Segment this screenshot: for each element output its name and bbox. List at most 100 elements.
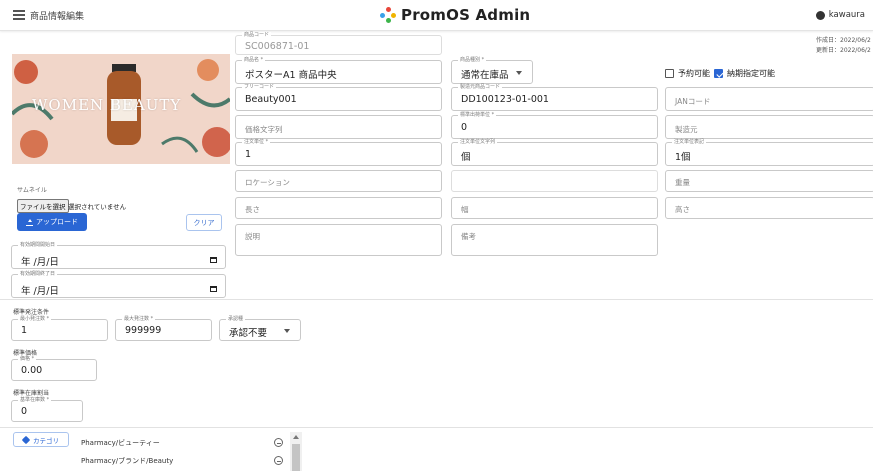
product-code-value: SC006871-01 [245,41,310,52]
note-placeholder: 備考 [461,232,476,241]
free-code-label: フリーコード [242,84,277,91]
clear-button[interactable]: クリア [186,214,222,231]
product-name-label: 商品名 * [242,57,266,64]
timestamps: 作成日：2022/06/2 更新日：2022/06/2 [816,36,871,56]
location-field[interactable]: ロケーション [235,170,442,192]
valid-to-value: 年 /月/日 [21,286,59,297]
maker-code-label: 製造元商品コード [458,84,503,91]
product-code-label: 商品コード [242,32,272,39]
price-text-placeholder: 価格文字列 [245,125,283,134]
valid-from-label: 有効期間開始日 [18,242,58,249]
valid-to-field[interactable]: 有効期間終了日 年 /月/日 [11,271,226,298]
calendar-icon[interactable] [210,286,217,292]
calendar-icon[interactable] [210,257,217,263]
category-item: Pharmacy/ブランド/Beauty [81,457,174,465]
maker-field[interactable]: 製造元 [665,115,873,139]
product-name-field[interactable]: 商品名 * ポスターA1 商品中央 [235,57,442,84]
lot-qty-label: 標準出荷単位 * [458,112,497,119]
category-scrollbar[interactable] [290,432,302,471]
dropdown-arrow-icon [284,329,290,333]
upload-button[interactable]: アップロード [17,213,87,231]
user-icon [815,10,825,20]
order-unit-display-field[interactable]: 注文単位表記 1個 [665,139,873,166]
approval-value: 承認不要 [229,328,268,339]
checkbox-unchecked-icon [665,69,674,78]
free-code-value: Beauty001 [245,94,297,105]
length-field[interactable]: 長さ [235,197,442,219]
min-qty-label: 最小発注数 * [18,316,52,323]
price-label: 価格 * [18,356,37,363]
width-placeholder: 幅 [461,205,469,214]
height-field[interactable]: 高さ [665,197,873,219]
max-qty-label: 最大発注数 * [122,316,156,323]
category-button[interactable]: カテゴリ [13,432,69,447]
stock-qty-field[interactable]: 基準在庫数 * 0 [11,397,83,422]
jan-code-field[interactable]: JANコード [665,87,873,111]
order-unit-text-label: 注文単位文字列 [458,139,498,146]
approval-select[interactable]: 承認種 承認不要 [219,316,301,341]
price-field[interactable]: 価格 * 0.00 [11,356,97,381]
checkbox-checked-icon [714,69,723,78]
product-image-text: WOMEN BEAUTY [32,96,182,114]
updated-date: 更新日：2022/06/2 [816,47,871,54]
hamburger-menu-icon[interactable] [13,10,25,20]
remove-category-icon[interactable] [274,438,283,447]
top-bar: 商品情報編集 PromOS Admin kawaura [0,0,873,31]
category-item: Pharmacy/ビューティー [81,439,160,447]
order-unit-field[interactable]: 注文単位 * 1 [235,139,442,166]
lot-qty-field[interactable]: 標準出荷単位 * 0 [451,112,658,139]
note-field[interactable]: 備考 [451,224,658,256]
maker-code-field[interactable]: 製造元商品コード DD100123-01-001 [451,84,658,111]
upload-label: アップロード [36,218,78,226]
scroll-thumb[interactable] [292,444,300,471]
section-divider [0,299,873,300]
order-unit-value: 1 [245,149,252,160]
order-conditions-title: 標準発注条件 [13,309,50,316]
maker-code-value: DD100123-01-001 [461,94,549,105]
product-code-field: 商品コード SC006871-01 [235,32,442,55]
max-qty-field[interactable]: 最大発注数 * 999999 [115,316,212,341]
product-image: WOMEN BEAUTY [12,54,230,164]
jan-code-placeholder: JANコード [675,97,711,106]
valid-from-value: 年 /月/日 [21,257,59,268]
promos-logo-icon [380,7,396,23]
order-unit-display-value: 1個 [675,152,691,163]
order-unit-display-label: 注文単位表記 [672,139,707,146]
reservable-checkbox[interactable]: 予約可能 [665,68,710,79]
valid-from-field[interactable]: 有効期間開始日 年 /月/日 [11,242,226,269]
weight-field[interactable]: 重量 [665,170,873,192]
free-code-field[interactable]: フリーコード Beauty001 [235,84,442,111]
min-qty-value: 1 [21,325,28,336]
description-placeholder: 説明 [245,232,260,241]
height-placeholder: 高さ [675,205,690,214]
product-type-select[interactable]: 商品種別 * 通常在庫品 [451,57,533,84]
delivery-date-label: 納期指定可能 [727,69,775,78]
stock-alloc-title: 標準在庫割当 [13,390,50,397]
order-unit-text-value: 個 [461,152,471,163]
product-type-label: 商品種別 * [458,57,487,64]
dropdown-arrow-icon [516,71,522,75]
reservable-label: 予約可能 [678,69,710,78]
approval-label: 承認種 [226,316,246,323]
choose-file-button[interactable]: ファイルを選択 [17,199,69,213]
file-status: 選択されていません [68,203,127,211]
category-button-label: カテゴリ [33,436,59,445]
user-menu[interactable]: kawaura [815,10,865,20]
page-title: 商品情報編集 [30,12,85,22]
thumbnail-label: サムネイル [17,187,47,194]
brand-logo: PromOS Admin [380,5,530,25]
created-date: 作成日：2022/06/2 [816,37,871,44]
user-name: kawaura [828,10,865,20]
delivery-date-checkbox[interactable]: 納期指定可能 [714,68,775,79]
width-field[interactable]: 幅 [451,197,658,219]
tag-icon [21,435,31,444]
remove-category-icon[interactable] [274,456,283,465]
scroll-up-icon[interactable] [293,435,299,439]
brand-name: PromOS Admin [401,6,531,24]
section-divider [0,427,873,428]
price-text-field[interactable]: 価格文字列 [235,115,442,139]
blank-field[interactable] [451,170,658,192]
description-field[interactable]: 説明 [235,224,442,256]
min-qty-field[interactable]: 最小発注数 * 1 [11,316,108,341]
order-unit-text-field[interactable]: 注文単位文字列 個 [451,139,658,166]
